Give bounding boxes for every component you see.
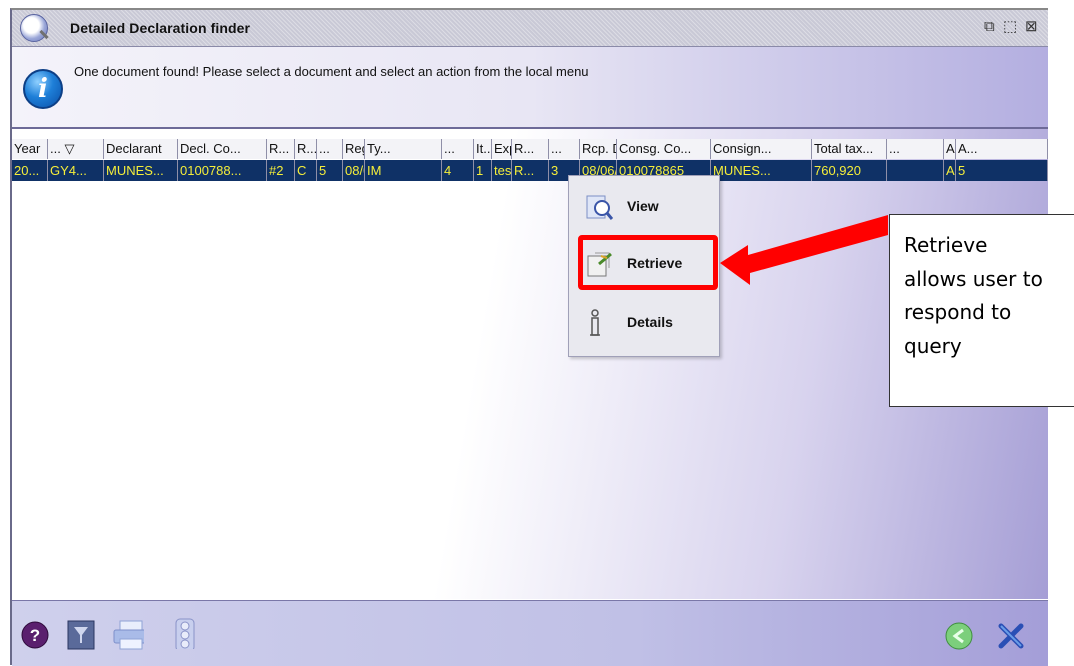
table-cell: #2 xyxy=(267,160,295,181)
filter-icon[interactable] xyxy=(66,619,98,651)
table-row[interactable]: 20...GY4...MUNES...0100788...#2C508/06/2… xyxy=(12,160,1048,181)
close-x-icon[interactable] xyxy=(996,621,1028,653)
table-cell: 760,920 xyxy=(812,160,887,181)
maximize-icon[interactable]: ⬚ xyxy=(1003,18,1017,36)
table-cell: 1 xyxy=(474,160,492,181)
column-header-19[interactable]: A... xyxy=(944,139,956,159)
column-header-5[interactable]: R... xyxy=(295,139,317,159)
view-icon xyxy=(586,195,613,220)
column-header-2[interactable]: Declarant xyxy=(104,139,178,159)
arrow-annotation xyxy=(720,215,888,285)
menu-item-view[interactable]: View xyxy=(571,184,717,230)
column-header-10[interactable]: It... xyxy=(474,139,492,159)
traffic-light-icon[interactable] xyxy=(170,617,202,649)
table-cell: 20... xyxy=(12,160,48,181)
table-cell: MUNES... xyxy=(104,160,178,181)
column-header-11[interactable]: Exp... xyxy=(492,139,512,159)
restore-icon[interactable]: ⧉ xyxy=(984,18,995,36)
table-cell: C xyxy=(295,160,317,181)
table-cell: 4 xyxy=(442,160,474,181)
callout-box: Retrieve allows user to respond to query xyxy=(889,214,1074,407)
back-icon[interactable] xyxy=(944,621,976,653)
column-header-13[interactable]: ... xyxy=(549,139,580,159)
column-header-15[interactable]: Consg. Co... xyxy=(617,139,711,159)
column-header-14[interactable]: Rcp. Date xyxy=(580,139,617,159)
info-message: One document found! Please select a docu… xyxy=(74,64,589,79)
menu-item-details[interactable]: Details xyxy=(571,300,717,346)
table-cell: MUNES... xyxy=(711,160,812,181)
table-cell: 5 xyxy=(317,160,343,181)
print-icon[interactable] xyxy=(112,619,144,651)
window-title: Detailed Declaration finder xyxy=(70,20,251,36)
table-cell: IM xyxy=(365,160,442,181)
table-cell: GY4... xyxy=(48,160,104,181)
column-header-18[interactable]: ... xyxy=(887,139,944,159)
column-header-20[interactable]: A... xyxy=(956,139,1048,159)
bottom-toolbar: ? xyxy=(12,600,1048,666)
column-header-6[interactable]: ... xyxy=(317,139,343,159)
table-cell: 5 xyxy=(956,160,1048,181)
table-cell: A xyxy=(944,160,956,181)
column-header-12[interactable]: R... xyxy=(512,139,549,159)
column-header-16[interactable]: Consign... xyxy=(711,139,812,159)
table-cell: 08/06/2... xyxy=(343,160,365,181)
info-panel: i One document found! Please select a do… xyxy=(12,47,1048,129)
close-icon[interactable]: ⊠ xyxy=(1025,18,1038,36)
table-cell: 0100788... xyxy=(178,160,267,181)
title-bar[interactable]: Detailed Declaration finder ⧉ ⬚ ⊠ xyxy=(12,10,1048,47)
table-cell: R... xyxy=(512,160,549,181)
help-icon[interactable]: ? xyxy=(21,621,53,653)
svg-text:?: ? xyxy=(30,626,40,645)
details-icon xyxy=(590,309,600,336)
menu-label-view: View xyxy=(627,198,659,214)
table-cell xyxy=(887,160,944,181)
column-header-4[interactable]: R... xyxy=(267,139,295,159)
column-header-9[interactable]: ... xyxy=(442,139,474,159)
info-icon: i xyxy=(23,69,63,109)
retrieve-highlight-box xyxy=(578,235,718,290)
magnifier-icon xyxy=(20,14,48,42)
column-header-1[interactable]: ... ▽ xyxy=(48,139,104,159)
column-header-7[interactable]: Reg. Da... xyxy=(343,139,365,159)
callout-text: Retrieve allows user to respond to query xyxy=(904,233,1043,358)
column-header-0[interactable]: Year xyxy=(12,139,48,159)
column-header-17[interactable]: Total tax... xyxy=(812,139,887,159)
table-cell: test xyxy=(492,160,512,181)
column-header-3[interactable]: Decl. Co... xyxy=(178,139,267,159)
column-header-8[interactable]: Ty... xyxy=(365,139,442,159)
menu-label-details: Details xyxy=(627,314,673,330)
